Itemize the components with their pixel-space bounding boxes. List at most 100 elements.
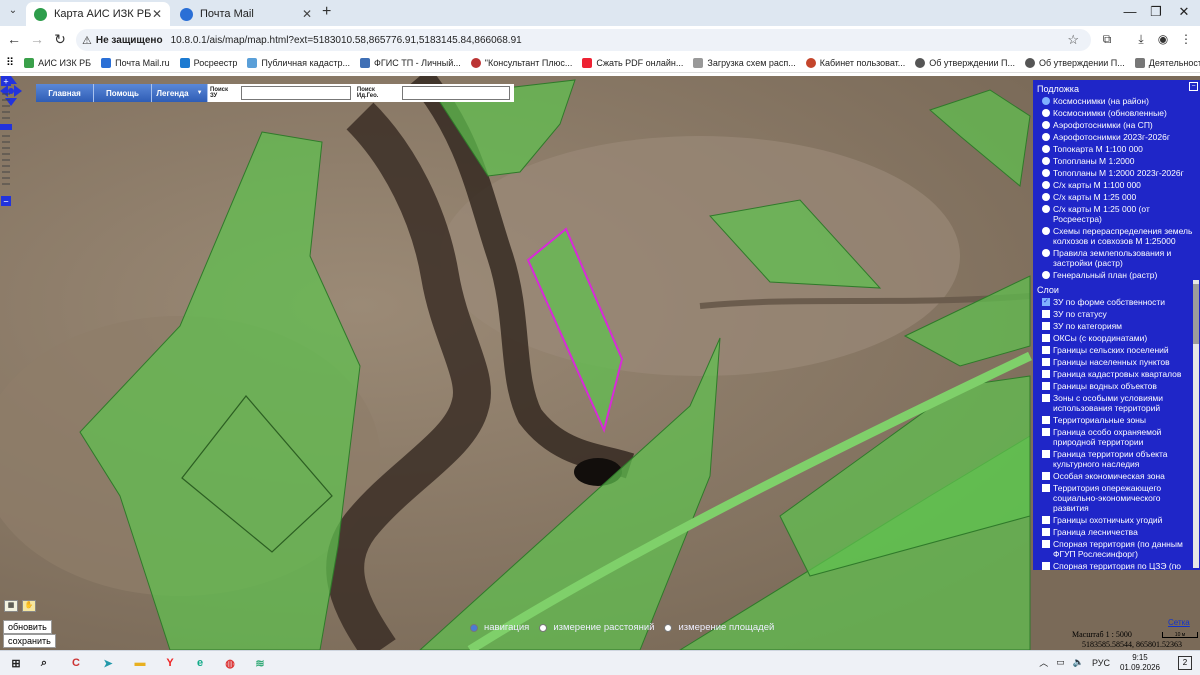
bookmark-item[interactable]: Деятельность | Адм... [1134,57,1200,68]
hand-tool-icon[interactable]: ✋ [22,600,36,612]
search-zu-input[interactable] [240,86,351,100]
basemap-option[interactable]: Космоснимки (обновленные) [1033,107,1200,119]
download-icon[interactable]: ⤓ [1132,32,1150,47]
scroll-thumb[interactable] [1193,284,1199,344]
layer-label: Граница кадастровых кварталов [1053,369,1182,379]
close-tab-icon[interactable]: ✕ [302,7,312,21]
basemap-option[interactable]: Правила землепользования и застройки (ра… [1033,247,1200,269]
edge-icon[interactable]: e [192,655,208,671]
layer-option[interactable]: Зоны с особыми условиями использования т… [1033,392,1200,414]
app-icon[interactable]: ≋ [252,655,268,671]
basemap-option[interactable]: Генеральный план (растр) [1033,269,1200,281]
search-id-input[interactable] [402,86,510,100]
layer-option[interactable]: Спорная территория по ЦЗЭ (по данным ФГУ… [1033,560,1200,570]
layer-option[interactable]: Границы населенных пунктов [1033,356,1200,368]
bookmark-icon [915,57,926,68]
windows-start-icon[interactable]: ⊞ [8,655,24,671]
bookmark-item[interactable]: Об утверждении П... [1025,57,1125,68]
volume-icon[interactable]: 🔈 [1073,657,1084,668]
file-explorer-icon[interactable]: ▬ [132,655,148,671]
save-button[interactable]: сохранить [3,634,56,648]
bookmark-item[interactable]: Публичная кадастр... [247,57,350,68]
extensions-icon[interactable]: ⧉ [1098,32,1116,47]
bookmark-item[interactable]: Кабинет пользоват... [805,57,905,68]
restore-icon[interactable]: ❐ [1146,4,1166,20]
mode-measure-area[interactable]: измерение площадей [664,622,774,633]
new-tab-button[interactable]: + [322,3,331,21]
basemap-option[interactable]: Аэрофотоснимки (на СП) [1033,119,1200,131]
print-icon[interactable]: ▦ [4,600,18,612]
bookmark-item[interactable]: "Консультант Плюс... [470,57,572,68]
network-icon[interactable]: ▭ [1056,657,1065,668]
bookmark-item[interactable]: Об утверждении П... [915,57,1015,68]
layer-option[interactable]: Территориальные зоны [1033,414,1200,426]
mode-measure-distance[interactable]: измерение расстояний [539,622,654,633]
app-c-icon[interactable]: C [68,655,84,671]
basemap-option[interactable]: С/х карты М 1:25 000 [1033,191,1200,203]
chrome-icon[interactable]: ◍ [222,655,238,671]
basemap-option[interactable]: Топопланы М 1:2000 2023г-2026г [1033,167,1200,179]
close-tab-icon[interactable]: ✕ [152,7,162,21]
layer-option[interactable]: Границы охотничьих угодий [1033,514,1200,526]
layer-option[interactable]: ЗУ по категориям [1033,320,1200,332]
tab-ais-map[interactable]: Карта АИС ИЗК РБ ✕ [26,2,170,26]
profile-icon[interactable]: ◉ [1154,32,1172,46]
layer-option[interactable]: Граница кадастровых кварталов [1033,368,1200,380]
tab-search-icon[interactable]: ⌄ [4,5,22,21]
grid-link[interactable]: Сетка [1168,618,1190,627]
language-indicator[interactable]: РУС [1092,658,1110,668]
layer-option[interactable]: Спорная территория (по данным ФГУП Росле… [1033,538,1200,560]
basemap-option[interactable]: Схемы перераспределения земель колхозов … [1033,225,1200,247]
layer-option[interactable]: Территория опережающего социально-эконом… [1033,482,1200,514]
tray-arrow-icon[interactable]: ︿ [1039,656,1048,669]
map-viewport[interactable]: + − Главная Помощь Легенда ▼ Поиск ЗУ Пои… [0,76,1200,650]
basemap-option[interactable]: С/х карты М 1:25 000 (от Росреестра) [1033,203,1200,225]
layer-option[interactable]: ЗУ по статусу [1033,308,1200,320]
basemap-option[interactable]: С/х карты М 1:100 000 [1033,179,1200,191]
tab-mail[interactable]: Почта Mail ✕ [172,2,320,26]
refresh-button[interactable]: обновить [3,620,52,634]
basemap-option[interactable]: Космоснимки (на район) [1033,95,1200,107]
layer-option[interactable]: Граница территории объекта культурного н… [1033,448,1200,470]
bookmark-star-icon[interactable]: ☆ [1067,32,1079,48]
layer-option[interactable]: Особая экономическая зона [1033,470,1200,482]
layer-option[interactable]: Границы сельских поселений [1033,344,1200,356]
telegram-icon[interactable]: ➤ [100,655,116,671]
bookmark-item[interactable]: Загрузка схем расп... [693,57,796,68]
close-window-icon[interactable]: ✕ [1174,4,1194,20]
reload-icon[interactable]: ↻ [51,31,69,48]
mode-navigation[interactable]: навигация [470,622,529,633]
forward-icon[interactable]: → [28,31,46,47]
url-text[interactable]: 10.8.0.1/ais/map/map.html?ext=5183010.58… [171,35,522,46]
basemap-option[interactable]: Аэрофотоснимки 2023г-2026г [1033,131,1200,143]
bookmark-item[interactable]: Росреестр [179,57,237,68]
menu-legend-button[interactable]: Легенда ▼ [152,84,208,102]
bookmark-item[interactable]: АИС ИЗК РБ [24,57,91,68]
clock[interactable]: 9:15 01.09.2026 [1120,653,1160,673]
layer-label: Территория опережающего социально-эконом… [1053,483,1162,513]
basemap-option[interactable]: Топокарта М 1:100 000 [1033,143,1200,155]
bookmark-item[interactable]: Почта Mail.ru [101,57,170,68]
panel-scrollbar[interactable] [1193,280,1199,568]
address-bar[interactable]: ⚠ Не защищено 10.8.0.1/ais/map/map.html?… [76,29,1091,51]
layer-option[interactable]: Границы водных объектов [1033,380,1200,392]
collapse-panel-icon[interactable]: − [1189,82,1198,91]
layer-option[interactable]: Граница особо охраняемой природной терри… [1033,426,1200,448]
minimize-icon[interactable]: — [1120,4,1140,19]
menu-help-button[interactable]: Помощь [94,84,152,102]
layer-option[interactable]: Граница лесничества [1033,526,1200,538]
satellite-map[interactable] [0,76,1200,650]
menu-home-button[interactable]: Главная [36,84,94,102]
zoom-slider[interactable]: + − [0,76,12,206]
search-icon[interactable]: ⌕ [36,655,52,671]
back-icon[interactable]: ← [5,31,23,47]
basemap-option[interactable]: Топопланы М 1:2000 [1033,155,1200,167]
bookmark-item[interactable]: ФГИС ТП - Личный... [360,57,461,68]
bookmark-item[interactable]: Сжать PDF онлайн... [582,57,683,68]
menu-icon[interactable]: ⋮ [1177,32,1195,46]
apps-grid-icon[interactable]: ⠿ [6,56,14,69]
notifications-icon[interactable]: 2 [1178,656,1192,670]
layer-option[interactable]: ОКСы (с координатами) [1033,332,1200,344]
yandex-browser-icon[interactable]: Y [162,655,178,671]
layer-option[interactable]: ✓ ЗУ по форме собственности [1033,296,1200,308]
